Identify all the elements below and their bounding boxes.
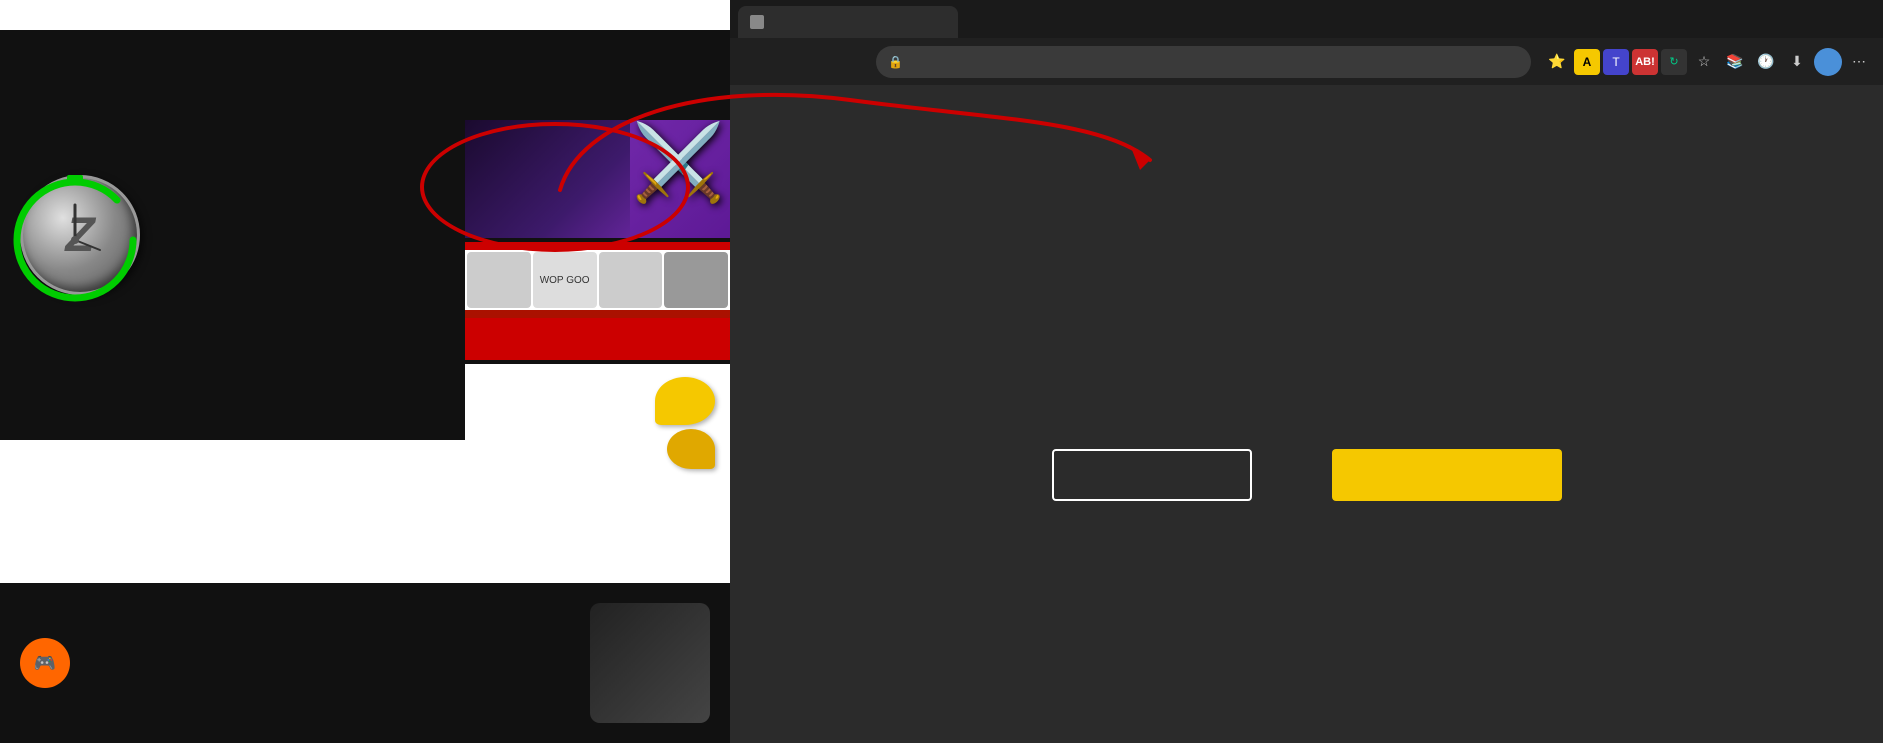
restore-button[interactable] <box>1812 5 1840 27</box>
coin-area: Z <box>20 175 140 295</box>
ad-grid-cell3 <box>599 252 663 308</box>
bubble-1 <box>655 377 715 425</box>
cta-login-col <box>1052 433 1252 501</box>
tab-favicon <box>750 15 764 29</box>
timer-overlay <box>5 165 145 305</box>
extensions-icon[interactable]: ⭐ <box>1543 48 1571 76</box>
left-panel: Z <box>0 0 730 743</box>
cta-row <box>1052 433 1562 501</box>
ad-seasun-character: ⚔️ <box>632 125 725 200</box>
history-icon[interactable]: 🕐 <box>1752 48 1780 76</box>
address-bar: 🔒 ⭐ A T AB! ↻ ☆ 📚 🕐 ⬇ ⋯ <box>730 38 1883 85</box>
ad-android-header <box>465 242 730 250</box>
close-button[interactable] <box>1845 5 1873 27</box>
browser-content <box>730 85 1883 743</box>
login-button[interactable] <box>1052 449 1252 501</box>
minimize-button[interactable] <box>1779 5 1807 27</box>
more-icon[interactable]: ⋯ <box>1845 48 1873 76</box>
bottom-badge: 🎮 <box>20 638 70 688</box>
timer-svg <box>5 165 145 305</box>
ad-android-footer <box>465 310 730 318</box>
downloads-icon[interactable]: ⬇ <box>1783 48 1811 76</box>
black-section: Z <box>0 30 730 440</box>
favorites-icon[interactable]: ☆ <box>1690 48 1718 76</box>
speech-bubbles <box>655 377 715 469</box>
ad-seasun-content <box>465 120 730 136</box>
ads-column: ⚔️ WOP GOO <box>465 120 730 482</box>
new-tab-button[interactable] <box>962 10 990 38</box>
ad-grid-cell1 <box>467 252 531 308</box>
bubble-2 <box>667 429 715 469</box>
ext-icon-3[interactable]: AB! <box>1632 49 1658 75</box>
ad-seasun[interactable]: ⚔️ <box>465 120 730 238</box>
tab-bar <box>730 0 1883 38</box>
url-bar[interactable]: 🔒 <box>876 46 1531 78</box>
ad-android[interactable]: WOP GOO <box>465 242 730 360</box>
home-button[interactable] <box>842 48 870 76</box>
profile-icon[interactable] <box>1814 48 1842 76</box>
ad-android-grid: WOP GOO <box>465 250 730 310</box>
ad-video[interactable] <box>465 364 730 482</box>
bottom-phone-image <box>590 603 710 723</box>
ad-grid-cell4 <box>664 252 728 308</box>
ext-icon-4[interactable]: ↻ <box>1661 49 1687 75</box>
refresh-button[interactable] <box>808 48 836 76</box>
browser-chrome: 🔒 ⭐ A T AB! ↻ ☆ 📚 🕐 ⬇ ⋯ <box>730 0 1883 85</box>
ad-grid-cell2: WOP GOO <box>533 252 597 308</box>
active-tab[interactable] <box>738 6 958 38</box>
collections-icon[interactable]: 📚 <box>1721 48 1749 76</box>
tab-close-button[interactable] <box>930 14 946 30</box>
bottom-strip: 🎮 <box>0 583 730 743</box>
back-button[interactable] <box>740 48 768 76</box>
window-controls <box>1779 5 1873 27</box>
left-top-section <box>0 0 730 30</box>
forward-button[interactable] <box>774 48 802 76</box>
cta-rabbit-col <box>1332 433 1562 501</box>
ext-icon-2[interactable]: T <box>1603 49 1629 75</box>
follow-rabbit-button[interactable] <box>1332 449 1562 501</box>
toolbar-icons: ⭐ A T AB! ↻ ☆ 📚 🕐 ⬇ ⋯ <box>1543 48 1873 76</box>
right-panel: 🔒 ⭐ A T AB! ↻ ☆ 📚 🕐 ⬇ ⋯ <box>730 0 1883 743</box>
lock-icon: 🔒 <box>888 55 903 69</box>
ext-icon-1[interactable]: A <box>1574 49 1600 75</box>
